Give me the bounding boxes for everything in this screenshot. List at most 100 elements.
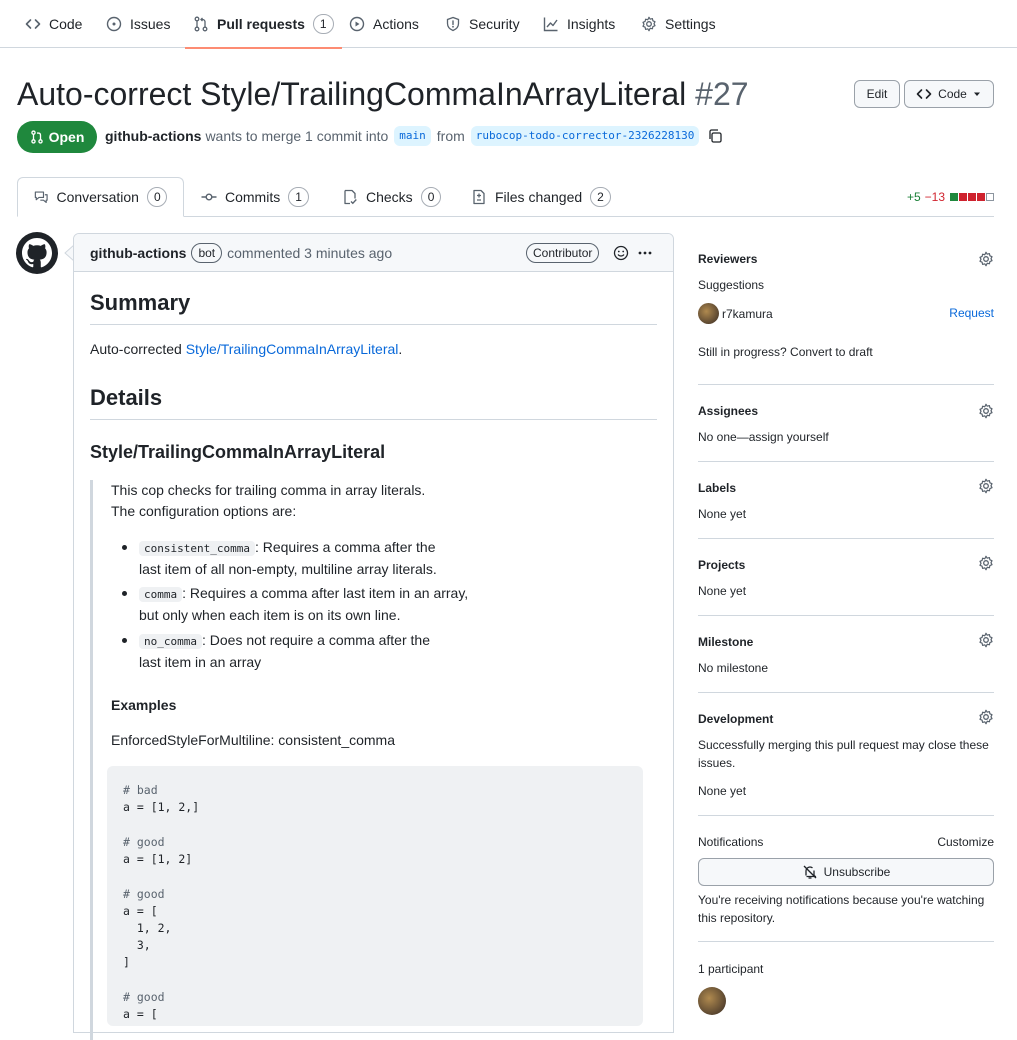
- tab-commits-label: Commits: [225, 189, 281, 205]
- code-line: # bad: [123, 783, 158, 797]
- tab-conversation[interactable]: Conversation 0: [17, 177, 184, 217]
- details-heading: Details: [90, 384, 657, 420]
- divider: [698, 615, 994, 616]
- option-consistent-comma: consistent_comma: [139, 541, 255, 556]
- code-line: ]: [123, 955, 130, 969]
- pr-title-text: Auto-correct Style/TrailingCommaInArrayL…: [17, 76, 687, 112]
- reviewers-gear-icon[interactable]: [978, 251, 994, 267]
- conversation-count: 0: [146, 187, 167, 207]
- milestone-title[interactable]: Milestone: [698, 635, 753, 649]
- code-line: # good: [123, 887, 165, 901]
- nav-tab-insights[interactable]: Insights: [543, 0, 615, 48]
- assignees-title[interactable]: Assignees: [698, 404, 758, 418]
- cop-heading: Style/TrailingCommaInArrayLiteral: [90, 442, 386, 462]
- milestone-value: No milestone: [698, 661, 769, 675]
- option-no-comma: no_comma: [139, 634, 202, 649]
- checks-count: 0: [420, 187, 442, 207]
- contributor-badge: Contributor: [526, 243, 600, 263]
- code-line: a = [1, 2,]: [123, 800, 200, 814]
- pr-state-badge: Open: [17, 121, 97, 153]
- unsubscribe-button[interactable]: Unsubscribe: [698, 858, 994, 886]
- head-branch[interactable]: rubocop-todo-corrector-2326228130: [470, 126, 700, 146]
- labels-title[interactable]: Labels: [698, 481, 736, 495]
- summary-suffix: .: [398, 341, 403, 357]
- list-item-text: : Requires a comma after the: [254, 539, 436, 555]
- bell-slash-icon: [803, 865, 817, 879]
- graph-icon: [543, 17, 558, 32]
- convert-to-draft-link[interactable]: Still in progress? Convert to draft: [698, 343, 873, 361]
- request-review-link[interactable]: Request: [949, 304, 994, 322]
- kebab-horizontal-icon[interactable]: [637, 245, 653, 261]
- divider: [698, 941, 994, 942]
- option-comma: comma: [139, 587, 183, 602]
- pr-title: Auto-correct Style/TrailingCommaInArrayL…: [17, 74, 749, 114]
- assignees-value[interactable]: No one—assign yourself: [698, 428, 829, 446]
- summary-paragraph: Auto-corrected Style/TrailingCommaInArra…: [90, 339, 402, 359]
- tab-commits[interactable]: Commits 1: [201, 177, 309, 217]
- author-avatar[interactable]: [16, 232, 58, 274]
- list-item-text: : Requires a comma after last item in an…: [182, 585, 469, 601]
- tab-files-changed[interactable]: Files changed 2: [471, 177, 611, 217]
- summary-prefix: Auto-corrected: [90, 341, 186, 357]
- list-item-continuation: last item in an array: [139, 654, 262, 670]
- projects-gear-icon[interactable]: [978, 555, 994, 571]
- pr-meta: github-actions wants to merge 1 commit i…: [105, 126, 723, 146]
- bullet-dot: [122, 638, 127, 643]
- shield-icon: [446, 16, 460, 32]
- pull-request-icon: [30, 130, 43, 144]
- reviewers-title[interactable]: Reviewers: [698, 252, 757, 266]
- nav-tab-insights-label: Insights: [567, 16, 616, 32]
- issue-icon: [106, 16, 122, 32]
- notifications-title: Notifications: [698, 835, 764, 849]
- list-item: no_comma: Does not require a comma after…: [139, 630, 430, 652]
- sidebar: Reviewers Suggestions r7kamura Request S…: [698, 0, 994, 1024]
- nav-tab-pull-requests-label: Pull requests: [217, 16, 305, 32]
- commits-count: 1: [288, 187, 309, 207]
- divider: [698, 815, 994, 816]
- development-value: None yet: [698, 784, 747, 798]
- list-item-text: : Does not require a comma after the: [201, 632, 430, 648]
- enforced-style-label: EnforcedStyleForMultiline: consistent_co…: [111, 732, 396, 748]
- nav-tab-code-label: Code: [49, 16, 83, 32]
- nav-tab-code[interactable]: Code: [25, 0, 82, 48]
- code-line: 1, 2,: [123, 921, 172, 935]
- comment-header: github-actions bot commented 3 minutes a…: [74, 234, 673, 272]
- comment-author[interactable]: github-actions: [90, 245, 186, 261]
- nav-tab-issues-label: Issues: [130, 16, 171, 32]
- tab-files-changed-label: Files changed: [495, 189, 583, 205]
- play-icon: [349, 16, 365, 32]
- avatar: [698, 303, 719, 324]
- code-line: a = [: [123, 904, 158, 918]
- participant-avatar[interactable]: [698, 987, 726, 1015]
- nav-tab-pull-requests[interactable]: Pull requests 1: [185, 0, 342, 49]
- projects-title[interactable]: Projects: [698, 558, 745, 572]
- labels-gear-icon[interactable]: [978, 478, 994, 494]
- divider: [698, 692, 994, 693]
- comment-timestamp[interactable]: commented 3 minutes ago: [227, 245, 392, 261]
- nav-tab-security-label: Security: [469, 16, 520, 32]
- customize-link[interactable]: Customize: [937, 833, 994, 851]
- notifications-reason: You're receiving notifications because y…: [698, 893, 985, 925]
- assignees-gear-icon[interactable]: [978, 403, 994, 419]
- summary-link[interactable]: Style/TrailingCommaInArrayLiteral: [186, 341, 399, 357]
- development-gear-icon[interactable]: [978, 709, 994, 725]
- base-branch[interactable]: main: [394, 126, 431, 146]
- milestone-gear-icon[interactable]: [978, 632, 994, 648]
- gear-icon: [642, 16, 656, 32]
- divider: [698, 384, 994, 385]
- nav-tab-actions[interactable]: Actions: [349, 0, 419, 48]
- list-item: comma: Requires a comma after last item …: [139, 583, 468, 605]
- development-description: Successfully merging this pull request m…: [698, 738, 989, 770]
- list-item-continuation: last item of all non-empty, multiline ar…: [139, 561, 437, 577]
- tab-checks-label: Checks: [366, 189, 413, 205]
- labels-value: None yet: [698, 507, 747, 521]
- files-changed-count: 2: [590, 187, 611, 207]
- development-title[interactable]: Development: [698, 712, 773, 726]
- merge-text-1: wants to merge 1 commit into: [205, 128, 389, 144]
- tab-checks[interactable]: Checks 0: [342, 177, 442, 217]
- nav-tab-security[interactable]: Security: [445, 0, 520, 48]
- pr-author-link[interactable]: github-actions: [105, 126, 201, 146]
- smiley-icon[interactable]: [613, 245, 629, 261]
- nav-tab-issues[interactable]: Issues: [106, 0, 170, 48]
- suggested-reviewer-name[interactable]: r7kamura: [722, 305, 773, 323]
